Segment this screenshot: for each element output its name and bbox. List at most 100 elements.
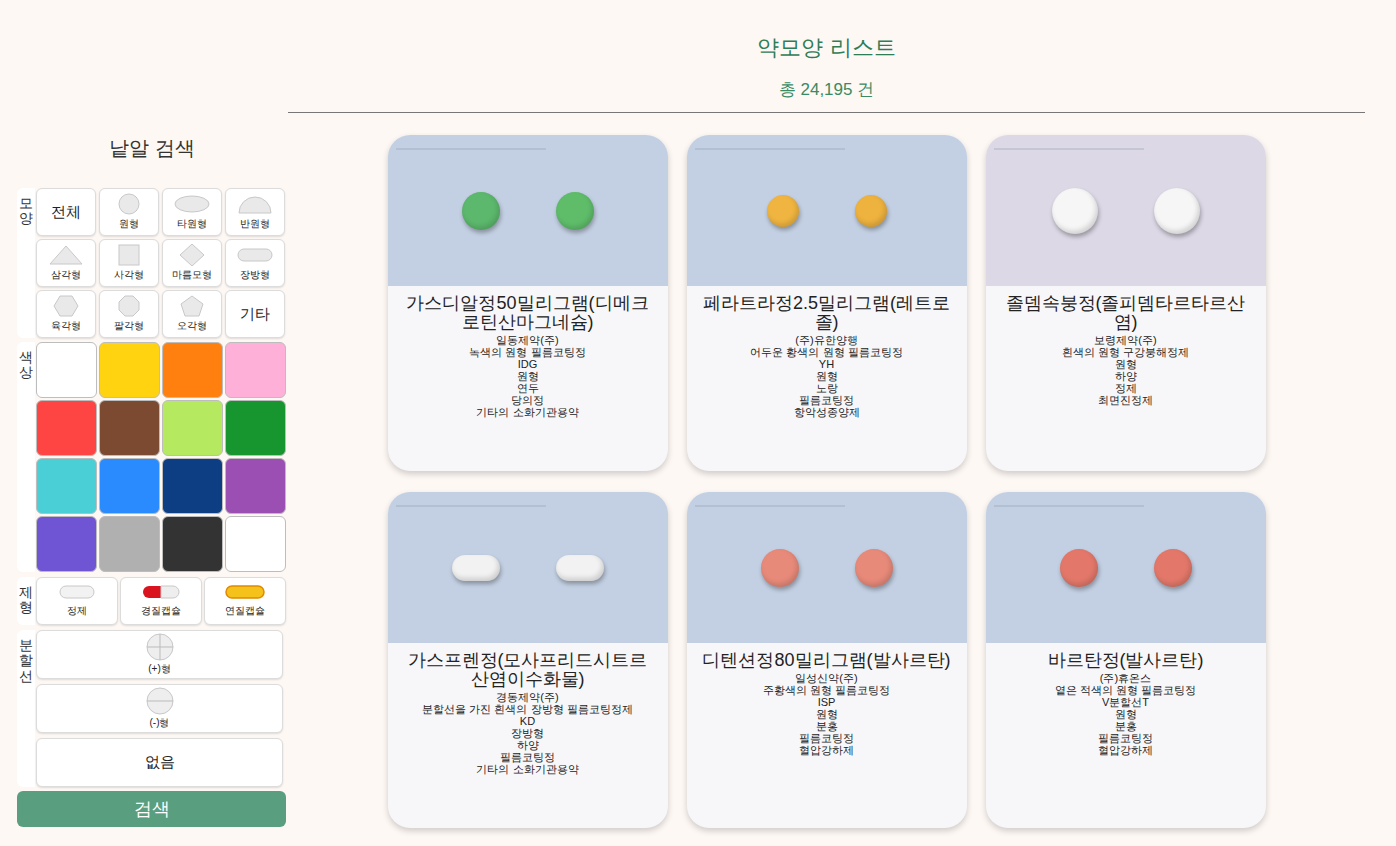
pill-card[interactable]: 페라트라정2.5밀리그램(레트로졸) (주)유한양행어두운 황색의 원형 필름코팅…: [687, 135, 967, 471]
form-option[interactable]: 경질캡슐: [120, 577, 202, 625]
split-option[interactable]: 없음: [36, 738, 283, 787]
shape-option[interactable]: 오각형: [162, 290, 222, 338]
shape-option[interactable]: 반원형: [225, 188, 285, 236]
drug-detail: 필름코팅정: [400, 751, 656, 763]
drug-detail: 노랑: [699, 382, 955, 394]
pill: [556, 192, 594, 230]
shape-option[interactable]: 타원형: [162, 188, 222, 236]
shape-option[interactable]: 사각형: [99, 239, 159, 287]
drug-name: 가스프렌정(모사프리드시트르산염이수화물): [400, 651, 656, 689]
pill-card[interactable]: 바르탄정(발사르탄)(주)휴온스옅은 적색의 원형 필름코팅정V분할선T원형분홍…: [986, 492, 1266, 828]
plus-split-icon: [146, 633, 174, 661]
color-option[interactable]: [99, 400, 160, 456]
oblong-icon: [237, 244, 273, 266]
drug-detail: 분홍: [998, 720, 1254, 732]
pill: [1060, 549, 1098, 587]
color-option[interactable]: [36, 516, 97, 572]
drug-detail: 연두: [400, 382, 656, 394]
pill: [556, 555, 604, 581]
shape-option[interactable]: 장방형: [225, 239, 285, 287]
color-option[interactable]: [225, 516, 286, 572]
drug-detail: 당의정: [400, 394, 656, 406]
color-option[interactable]: [99, 342, 160, 398]
color-option[interactable]: [225, 458, 286, 514]
shape-option[interactable]: 마름모형: [162, 239, 222, 287]
result-count: 총 24,195 건: [288, 78, 1365, 102]
filter-label: 색상: [17, 342, 35, 572]
divider: [288, 112, 1365, 113]
color-option[interactable]: [162, 400, 223, 456]
drug-detail: 주황색의 원형 필름코팅정: [699, 684, 955, 696]
search-button[interactable]: 검색: [17, 791, 286, 827]
circle-icon: [111, 193, 147, 215]
form-option[interactable]: 정제: [36, 577, 118, 625]
drug-detail: 항악성종양제: [699, 406, 955, 418]
page: 낱알 검색모양전체원형타원형반원형삼각형사각형마름모형장방형육각형팔각형오각형기…: [0, 0, 1396, 846]
shape-option[interactable]: 육각형: [36, 290, 96, 338]
pill-photo: [986, 135, 1266, 286]
drug-detail: 기타의 소화기관용약: [400, 763, 656, 775]
drug-detail: 기타의 소화기관용약: [400, 406, 656, 418]
pill-card[interactable]: 가스프렌정(모사프리드시트르산염이수화물)경동제약(주)분할선을 가진 흰색의 …: [388, 492, 668, 828]
color-filter: 색상: [17, 342, 287, 572]
pill: [462, 192, 500, 230]
ruler-icon: [396, 498, 658, 508]
drug-detail: 옅은 적색의 원형 필름코팅정: [998, 684, 1254, 696]
color-option[interactable]: [36, 342, 97, 398]
pill-photo: [388, 492, 668, 643]
drug-detail: 보령제약(주): [998, 334, 1254, 346]
form-option[interactable]: 연질캡슐: [204, 577, 286, 625]
color-option[interactable]: [99, 516, 160, 572]
drug-detail: 원형: [699, 370, 955, 382]
sidebar: 낱알 검색모양전체원형타원형반원형삼각형사각형마름모형장방형육각형팔각형오각형기…: [0, 0, 288, 846]
pill-card[interactable]: 가스디알정50밀리그램(디메크로틴산마그네슘)일동제약(주)녹색의 원형 필름코…: [388, 135, 668, 471]
drug-name: 페라트라정2.5밀리그램(레트로졸): [699, 294, 955, 332]
drug-detail: 일성신약(주): [699, 672, 955, 684]
drug-detail: (주)유한양행: [699, 334, 955, 346]
shape-option[interactable]: 기타: [225, 290, 285, 338]
color-option[interactable]: [162, 458, 223, 514]
drug-detail: 흰색의 원형 구강붕해정제: [998, 346, 1254, 358]
shape-option[interactable]: 원형: [99, 188, 159, 236]
hard-capsule-icon: [141, 584, 181, 600]
drug-detail: 원형: [998, 708, 1254, 720]
pill-photo: [687, 135, 967, 286]
color-option[interactable]: [225, 342, 286, 398]
drug-detail: 일동제약(주): [400, 334, 656, 346]
pill: [1052, 188, 1098, 234]
split-option[interactable]: (+)형: [36, 630, 283, 679]
drug-name: 디텐션정80밀리그램(발사르탄): [699, 651, 955, 670]
drug-detail: 분홍: [699, 720, 955, 732]
drug-detail: KD: [400, 715, 656, 727]
results: 약모양 리스트총 24,195 건가스디알정50밀리그램(디메크로틴산마그네슘)…: [288, 0, 1365, 846]
tablet-icon: [59, 584, 95, 600]
color-option[interactable]: [36, 400, 97, 456]
drug-detail: 필름코팅정: [699, 394, 955, 406]
drug-detail: 어두운 황색의 원형 필름코팅정: [699, 346, 955, 358]
color-option[interactable]: [36, 458, 97, 514]
color-option[interactable]: [99, 458, 160, 514]
pill: [1154, 188, 1200, 234]
color-option[interactable]: [162, 342, 223, 398]
filter-label: 모양: [17, 188, 35, 338]
shape-option[interactable]: 팔각형: [99, 290, 159, 338]
semicircle-icon: [237, 193, 273, 215]
shape-option[interactable]: 전체: [36, 188, 96, 236]
pill-photo: [687, 492, 967, 643]
pill-card[interactable]: 디텐션정80밀리그램(발사르탄)일성신약(주)주황색의 원형 필름코팅정ISP원…: [687, 492, 967, 828]
color-option[interactable]: [225, 400, 286, 456]
filter-label: 제형: [17, 577, 35, 625]
drug-name: 졸뎀속붕정(졸피뎀타르타르산염): [998, 294, 1254, 332]
split-filter: 분할선(+)형(-)형없음: [17, 630, 287, 787]
pill: [767, 195, 799, 227]
shape-option[interactable]: 삼각형: [36, 239, 96, 287]
pill-photo: [986, 492, 1266, 643]
drug-detail: 원형: [998, 358, 1254, 370]
drug-detail: (주)휴온스: [998, 672, 1254, 684]
diamond-icon: [174, 244, 210, 266]
pill: [1154, 549, 1192, 587]
pill-card[interactable]: 졸뎀속붕정(졸피뎀타르타르산염)보령제약(주)흰색의 원형 구강붕해정제원형하양…: [986, 135, 1266, 471]
split-option[interactable]: (-)형: [36, 684, 283, 733]
octagon-icon: [111, 295, 147, 317]
color-option[interactable]: [162, 516, 223, 572]
